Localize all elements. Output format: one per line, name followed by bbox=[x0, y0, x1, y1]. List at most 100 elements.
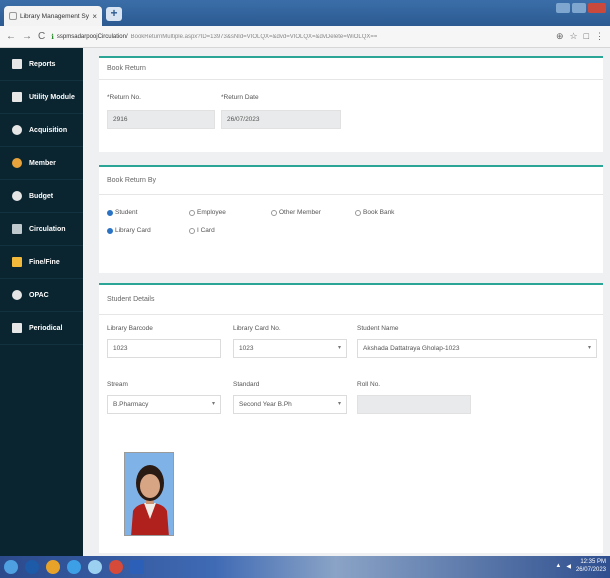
student-photo bbox=[124, 452, 174, 536]
start-button-icon[interactable] bbox=[4, 560, 18, 574]
select-value: 1023 bbox=[239, 345, 254, 352]
return-date-label: *Return Date bbox=[221, 94, 259, 101]
sidebar-item-label: Utility Module bbox=[29, 93, 75, 101]
panel-title: Book Return By bbox=[99, 167, 603, 195]
radio-label: Employee bbox=[197, 209, 226, 216]
chevron-down-icon: ▾ bbox=[337, 345, 341, 351]
maximize-button[interactable] bbox=[572, 3, 586, 13]
student-name-select[interactable]: Akshada Dattatraya Gholap-1023 ▾ bbox=[357, 339, 597, 358]
sidebar-item-label: Circulation bbox=[29, 225, 66, 233]
library-barcode-input[interactable]: 1023 bbox=[107, 339, 221, 358]
url-host: sspmsadarpoojCirculation/ bbox=[56, 33, 128, 40]
bookmark-star-icon[interactable]: ☆ bbox=[569, 31, 577, 42]
menu-icon[interactable]: ⋮ bbox=[595, 31, 604, 42]
library-card-no-select[interactable]: 1023 ▾ bbox=[233, 339, 347, 358]
radio-dot-icon bbox=[271, 209, 277, 216]
sidebar-item-label: Budget bbox=[29, 192, 54, 200]
sidebar-item-reports[interactable]: Reports bbox=[0, 48, 83, 81]
radio-i-card[interactable]: I Card bbox=[189, 227, 215, 234]
radio-student[interactable]: Student bbox=[107, 209, 137, 216]
student-details-panel: Student Details Library Barcode 1023 Lib… bbox=[99, 283, 603, 553]
media-icon[interactable] bbox=[88, 560, 102, 574]
radio-book-bank[interactable]: Book Bank bbox=[355, 209, 394, 216]
sidebar-item-label: Reports bbox=[29, 60, 56, 68]
sidebar-item-member[interactable]: Member bbox=[0, 147, 83, 180]
volume-icon[interactable]: ◀ bbox=[566, 563, 571, 570]
browser-tab[interactable]: Library Management System × bbox=[4, 6, 102, 26]
minimize-button[interactable] bbox=[556, 3, 570, 13]
radio-employee[interactable]: Employee bbox=[189, 209, 226, 216]
browser-tools: ⊕ ☆ □ ⋮ bbox=[556, 31, 604, 42]
radio-dot-icon bbox=[189, 227, 195, 234]
sidebar-item-label: OPAC bbox=[29, 291, 49, 299]
extensions-icon[interactable]: □ bbox=[584, 31, 589, 42]
internet-explorer-icon[interactable] bbox=[25, 560, 39, 574]
sidebar-item-circulation[interactable]: Circulation bbox=[0, 213, 83, 246]
radio-label: Student bbox=[115, 209, 138, 216]
sidebar-item-label: Member bbox=[29, 159, 56, 167]
radio-other-member[interactable]: Other Member bbox=[271, 209, 321, 216]
url-path: BookReturnMultiple.aspx?ID=13973&sNId=VI… bbox=[130, 33, 378, 40]
window-controls bbox=[556, 3, 606, 13]
radio-library-card[interactable]: Library Card bbox=[107, 227, 151, 234]
main-content: Book Return *Return No. 2916 *Return Dat… bbox=[83, 48, 610, 556]
sidebar-item-label: Periodical bbox=[29, 324, 63, 332]
library-barcode-label: Library Barcode bbox=[107, 325, 153, 332]
student-photo-image bbox=[125, 453, 173, 535]
circulation-icon bbox=[12, 224, 22, 234]
radio-dot-icon bbox=[107, 227, 113, 234]
select-value: Akshada Dattatraya Gholap-1023 bbox=[363, 345, 460, 352]
sidebar-item-opac[interactable]: OPAC bbox=[0, 279, 83, 312]
sidebar: Reports Utility Module Acquisition Membe… bbox=[0, 48, 83, 556]
book-returned-by-panel: Book Return By Student Employee Other Me… bbox=[99, 165, 603, 273]
browser-tab-bar: Library Management System × + bbox=[0, 0, 610, 26]
chevron-down-icon: ▾ bbox=[337, 401, 341, 407]
sidebar-item-periodical[interactable]: Periodical bbox=[0, 312, 83, 345]
return-no-field[interactable]: 2916 bbox=[107, 110, 215, 129]
radio-label: Library Card bbox=[115, 227, 151, 234]
file-explorer-icon[interactable] bbox=[46, 560, 60, 574]
page-favicon-icon bbox=[9, 12, 17, 20]
radio-dot-icon bbox=[189, 209, 195, 216]
reload-icon[interactable]: C bbox=[38, 31, 45, 42]
clock-date: 26/07/2023 bbox=[575, 567, 606, 573]
sidebar-item-utility-module[interactable]: Utility Module bbox=[0, 81, 83, 114]
standard-label: Standard bbox=[233, 381, 260, 388]
media-player-icon[interactable] bbox=[67, 560, 81, 574]
panel-title: Book Return bbox=[99, 58, 603, 80]
roll-no-field[interactable] bbox=[357, 395, 471, 414]
select-value: B.Pharmacy bbox=[113, 401, 149, 408]
zoom-icon[interactable]: ⊕ bbox=[556, 31, 564, 42]
sidebar-item-label: Fine/Fine bbox=[29, 258, 60, 266]
radio-label: Book Bank bbox=[363, 209, 395, 216]
tab-title: Library Management System bbox=[20, 12, 90, 20]
return-no-label: *Return No. bbox=[107, 94, 141, 101]
stream-label: Stream bbox=[107, 381, 128, 388]
sidebar-item-acquisition[interactable]: Acquisition bbox=[0, 114, 83, 147]
sidebar-item-fine[interactable]: Fine/Fine bbox=[0, 246, 83, 279]
opac-icon bbox=[12, 290, 22, 300]
back-arrow-icon[interactable]: ← bbox=[6, 31, 16, 42]
chevron-down-icon: ▾ bbox=[587, 345, 591, 351]
tab-close-icon[interactable]: × bbox=[92, 12, 97, 21]
fine-icon bbox=[12, 257, 22, 267]
radio-dot-icon bbox=[107, 209, 113, 216]
forward-arrow-icon[interactable]: → bbox=[22, 31, 32, 42]
standard-select[interactable]: Second Year B.Ph ▾ bbox=[233, 395, 347, 414]
new-tab-button[interactable]: + bbox=[106, 7, 122, 21]
acquisition-icon bbox=[12, 125, 22, 135]
network-icon[interactable]: ▲ bbox=[555, 563, 561, 569]
radio-dot-icon bbox=[355, 209, 361, 216]
security-info-icon[interactable]: ℹ bbox=[51, 33, 54, 41]
clock[interactable]: 12:35 PM 26/07/2023 bbox=[576, 558, 606, 574]
member-icon bbox=[12, 158, 22, 168]
stream-select[interactable]: B.Pharmacy ▾ bbox=[107, 395, 221, 414]
address-bar[interactable]: ℹ sspmsadarpoojCirculation/ BookReturnMu… bbox=[51, 29, 550, 45]
word-icon[interactable] bbox=[130, 560, 144, 574]
chrome-icon[interactable] bbox=[109, 560, 123, 574]
browser-toolbar: ← → C ℹ sspmsadarpoojCirculation/ BookRe… bbox=[0, 26, 610, 48]
sidebar-item-budget[interactable]: Budget bbox=[0, 180, 83, 213]
return-date-field[interactable]: 26/07/2023 bbox=[221, 110, 341, 129]
radio-label: Other Member bbox=[279, 209, 321, 216]
close-window-button[interactable] bbox=[588, 3, 606, 13]
